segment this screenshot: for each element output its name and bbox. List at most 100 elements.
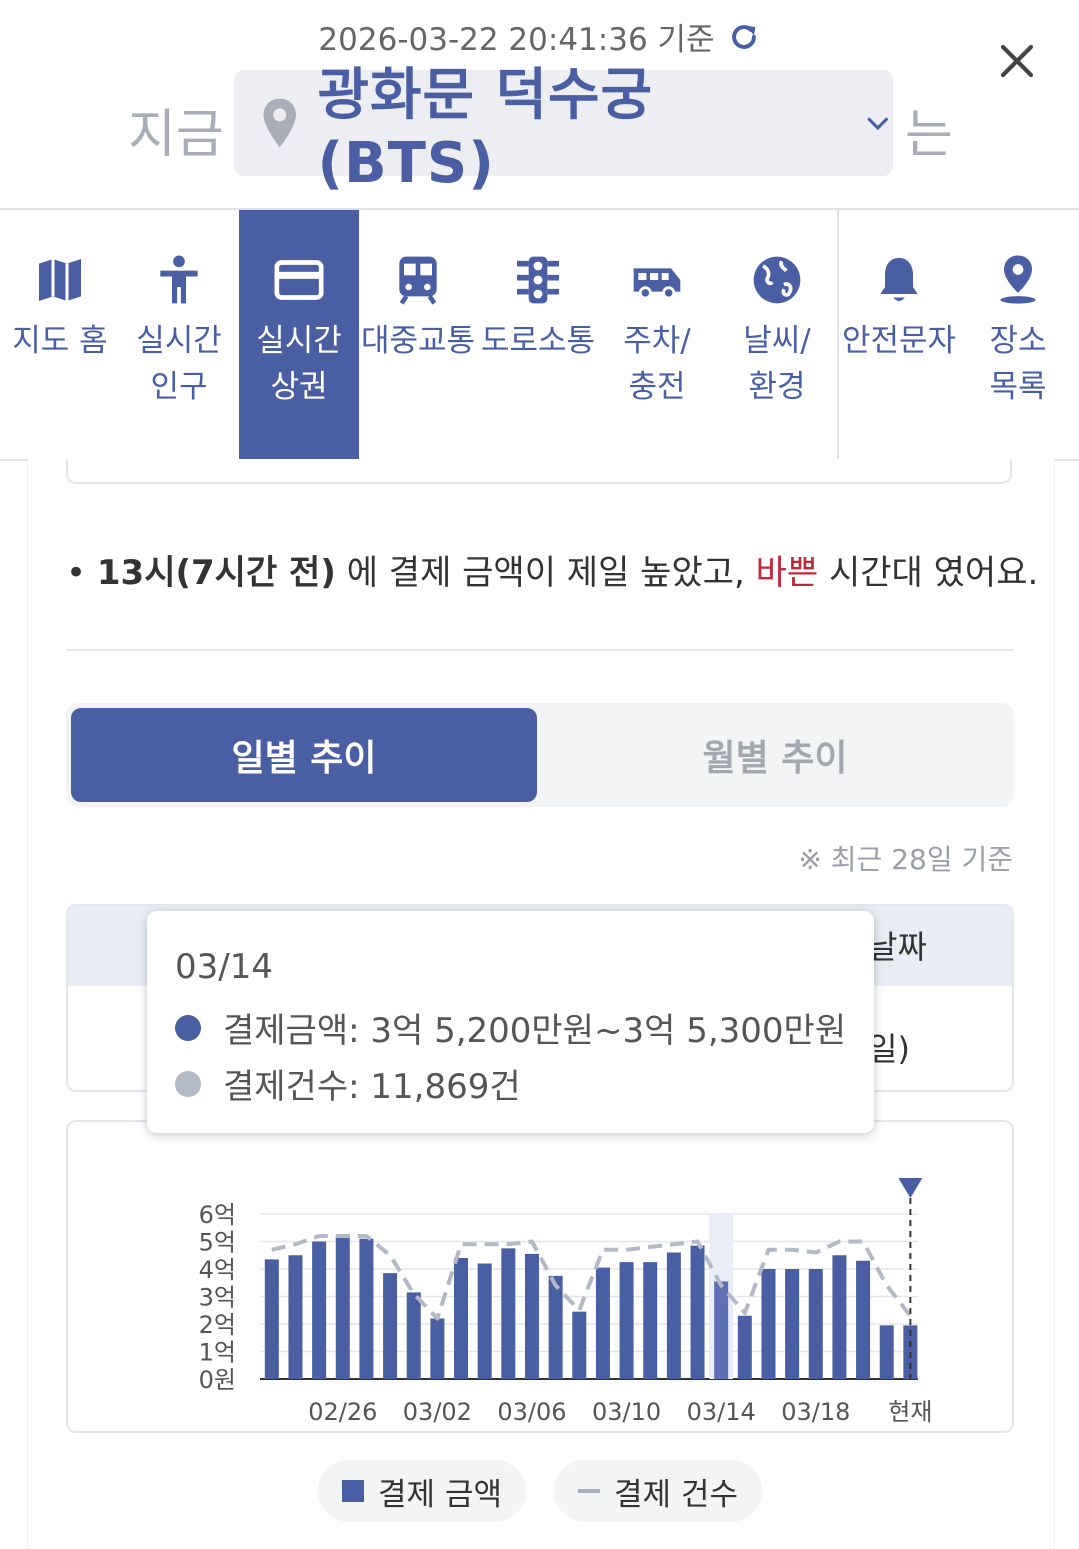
x-tick-label: 03/06: [497, 1398, 566, 1426]
bar: [383, 1273, 398, 1379]
tooltip-count-row: 결제건수: 11,869건: [175, 1059, 521, 1108]
bar: [666, 1252, 681, 1379]
table-header-date: 날짜: [868, 928, 927, 966]
x-tick-label: 03/14: [687, 1398, 756, 1426]
legend-count-label: 결제 건수: [614, 1476, 738, 1513]
tooltip-amount: 결제금액: 3억 5,200만원~3억 5,300만원: [223, 1011, 847, 1051]
bar: [288, 1255, 303, 1379]
location-headline: 지금 광화문 덕수궁 (BTS) 는: [0, 63, 1079, 196]
nav-label: 장소 목록: [989, 323, 1047, 405]
bullet: •: [66, 553, 87, 593]
bar: [595, 1267, 610, 1379]
chart-tooltip: 03/14 결제금액: 3억 5,200만원~3억 5,300만원 결제건수: …: [147, 911, 874, 1133]
bar: [808, 1269, 823, 1379]
x-tick-label: 02/26: [308, 1398, 377, 1426]
legend-amount-label: 결제 금액: [378, 1476, 502, 1513]
bar: [856, 1260, 871, 1379]
bar: [761, 1269, 776, 1379]
nav-label: 주차/ 충전: [623, 323, 691, 405]
bar: [454, 1258, 469, 1379]
basis-note: ※ 최근 28일 기준: [798, 843, 1013, 876]
bar: [737, 1315, 752, 1379]
nav-label: 실시간 인구: [136, 323, 222, 405]
bar: [264, 1259, 279, 1379]
place-name: 광화문 덕수궁 (BTS): [317, 63, 654, 196]
section-divider: [66, 649, 1014, 651]
nav-realtime-commerce[interactable]: 실시간 상권: [239, 210, 359, 459]
nav-label: 날씨/ 환경: [743, 323, 811, 405]
legend-dash-icon: [578, 1489, 601, 1493]
bar: [879, 1325, 894, 1379]
busy-label: 바쁜: [755, 553, 819, 593]
place-selector[interactable]: 광화문 덕수궁 (BTS): [234, 63, 893, 196]
van-icon: [633, 268, 681, 300]
nav-parking-charging[interactable]: 주차/ 충전: [597, 210, 717, 459]
y-tick-label: 5억: [199, 1229, 236, 1257]
y-tick-label: 1억: [199, 1339, 236, 1367]
bar: [477, 1263, 492, 1379]
bar: [430, 1318, 445, 1379]
y-tick-label: 6억: [199, 1201, 236, 1229]
bar: [619, 1262, 634, 1379]
pin-icon: [263, 98, 296, 148]
x-tick-label: 03/02: [403, 1398, 472, 1426]
legend-square-icon: [342, 1480, 365, 1502]
legend-count[interactable]: 결제 건수: [554, 1460, 762, 1522]
traffic-light-icon: [517, 256, 559, 304]
nav-label: 대중교통: [360, 323, 476, 359]
bar: [548, 1275, 563, 1379]
amount-dot-icon: [175, 1014, 201, 1041]
nav-realtime-population[interactable]: 실시간 인구: [119, 210, 239, 459]
tab-daily-trend[interactable]: 일별 추이: [71, 708, 537, 802]
x-tick-label: 03/10: [592, 1398, 661, 1426]
bar: [359, 1238, 374, 1379]
refresh-icon[interactable]: [727, 20, 761, 54]
globe-icon: [753, 256, 801, 304]
nav-weather-environment[interactable]: 날씨/ 환경: [717, 210, 837, 459]
location-list-icon: [1000, 255, 1036, 304]
bar: [690, 1245, 705, 1379]
now-text: 지금: [128, 105, 224, 165]
suffix-text: 는: [905, 105, 953, 165]
bar: [714, 1281, 729, 1379]
y-tick-label: 0원: [199, 1366, 236, 1394]
nav-label: 도로소통: [480, 323, 596, 359]
legend-amount[interactable]: 결제 금액: [318, 1460, 526, 1522]
peak-summary: • 13시(7시간 전) 에 결제 금액이 제일 높았고, 바쁜 시간대 였어요…: [66, 545, 1038, 594]
bell-icon: [880, 257, 918, 301]
nav-safety-alerts[interactable]: 안전문자: [839, 210, 959, 459]
y-tick-label: 2억: [199, 1311, 236, 1339]
bar: [524, 1253, 539, 1379]
tab-monthly-trend[interactable]: 월별 추이: [542, 708, 1008, 802]
tooltip-date: 03/14: [175, 947, 273, 987]
bar: [785, 1269, 800, 1379]
x-tick-label: 03/18: [781, 1398, 850, 1426]
nav-label: 실시간 상권: [256, 323, 342, 405]
person-icon: [160, 255, 198, 304]
x-tick-label: 현재: [888, 1398, 932, 1426]
nav-public-transit[interactable]: 대중교통: [358, 210, 478, 459]
card-icon: [274, 260, 324, 300]
trend-tabs: 일별 추이 월별 추이: [66, 703, 1014, 807]
count-dot-icon: [175, 1070, 201, 1097]
train-icon: [399, 256, 437, 305]
bar: [406, 1292, 421, 1379]
summary-end: 시간대 였어요.: [818, 553, 1039, 593]
nav-label: 안전문자: [841, 323, 957, 359]
chevron-down-icon: [868, 117, 889, 131]
y-tick-label: 4억: [199, 1256, 236, 1284]
nav-map-home[interactable]: 지도 홈: [0, 210, 120, 459]
tooltip-amount-row: 결제금액: 3억 5,200만원~3억 5,300만원: [175, 1003, 846, 1052]
category-nav: 지도 홈 실시간 인구 실시간 상권 대중교통 도로소통 주차/ 충전 날씨/ …: [0, 208, 1079, 461]
bar: [643, 1262, 658, 1379]
y-tick-label: 3억: [199, 1284, 236, 1312]
trend-chart[interactable]: 6억5억4억3억2억1억0원 02/26 03/02 03/06 03/10 03/14 0…: [0, 1120, 1079, 1433]
bar: [572, 1311, 587, 1379]
summary-text: 에 결제 금액이 제일 높았고,: [335, 553, 756, 593]
nav-road-traffic[interactable]: 도로소통: [478, 210, 598, 459]
map-icon: [39, 259, 81, 301]
peak-time: 13시(7시간 전): [96, 553, 336, 593]
previous-card-edge: [66, 459, 1012, 484]
nav-label: 지도 홈: [12, 323, 108, 359]
nav-place-list[interactable]: 장소 목록: [958, 210, 1078, 459]
